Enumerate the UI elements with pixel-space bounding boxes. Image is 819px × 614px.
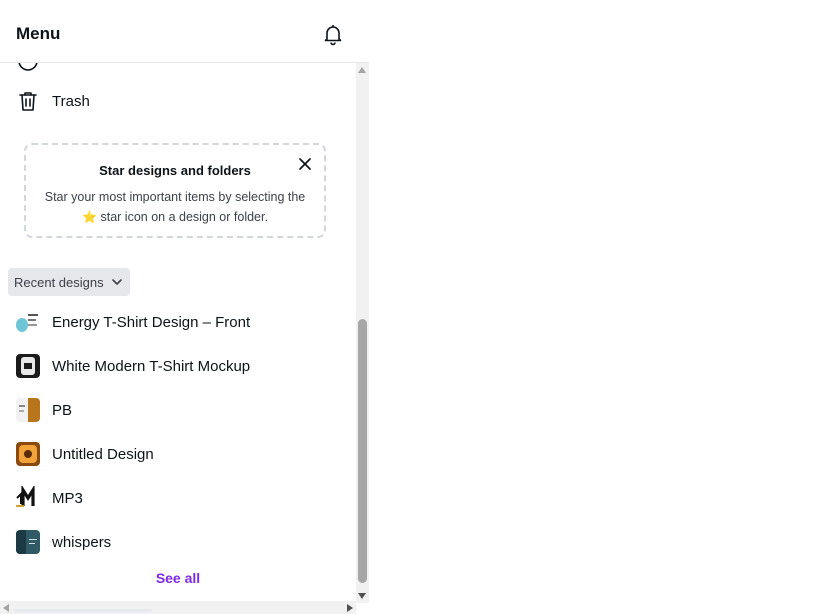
horizontal-scrollbar[interactable] bbox=[0, 601, 356, 614]
chevron-down-icon bbox=[111, 279, 122, 285]
design-thumbnail bbox=[16, 310, 40, 334]
circle-icon bbox=[18, 63, 38, 71]
scroll-right-arrow-icon[interactable] bbox=[347, 604, 353, 612]
star-designs-card: Star designs and folders Star your most … bbox=[24, 143, 326, 238]
recent-design-item[interactable]: Untitled Design bbox=[16, 442, 154, 466]
design-title: Energy T-Shirt Design – Front bbox=[52, 313, 251, 331]
design-thumbnail bbox=[16, 442, 40, 466]
horizontal-scrollbar-thumb[interactable] bbox=[14, 609, 152, 612]
scroll-left-arrow-icon[interactable] bbox=[3, 604, 9, 612]
design-thumbnail bbox=[16, 354, 40, 378]
menu-scroll-area[interactable]: Trash Star designs and folders Star your… bbox=[0, 63, 356, 601]
design-title: whispers bbox=[52, 533, 112, 551]
partial-nav-item[interactable] bbox=[16, 63, 316, 73]
scrollbar-thumb[interactable] bbox=[358, 319, 367, 583]
sidebar-item-trash[interactable]: Trash bbox=[16, 89, 90, 113]
design-title: Untitled Design bbox=[52, 445, 154, 463]
close-icon[interactable] bbox=[298, 157, 312, 171]
card-description: Star your most important items by select… bbox=[36, 187, 314, 227]
recent-designs-label: Recent designs bbox=[14, 274, 104, 290]
scroll-up-arrow-icon[interactable] bbox=[358, 67, 366, 73]
menu-title: Menu bbox=[16, 24, 61, 43]
design-thumbnail bbox=[16, 530, 40, 554]
design-thumbnail bbox=[16, 486, 40, 510]
star-icon: ⭐ bbox=[82, 210, 97, 224]
card-text-after: star icon on a design or folder. bbox=[100, 210, 268, 224]
card-title: Star designs and folders bbox=[99, 163, 251, 178]
mp3-logo-graphic bbox=[16, 486, 35, 507]
recent-design-item[interactable]: White Modern T-Shirt Mockup bbox=[16, 354, 250, 378]
sidebar-item-label: Trash bbox=[52, 92, 90, 110]
design-title: White Modern T-Shirt Mockup bbox=[52, 357, 251, 375]
bell-icon[interactable] bbox=[321, 22, 345, 46]
vertical-scrollbar[interactable] bbox=[356, 63, 369, 603]
recent-design-item[interactable]: PB bbox=[16, 398, 72, 422]
design-thumbnail bbox=[16, 398, 40, 422]
recent-designs-toggle[interactable]: Recent designs bbox=[8, 268, 130, 296]
trash-icon bbox=[19, 92, 37, 111]
card-text-before: Star your most important items by select… bbox=[44, 190, 306, 204]
recent-design-item[interactable]: MP3 bbox=[16, 486, 83, 510]
scroll-down-arrow-icon[interactable] bbox=[358, 593, 366, 599]
menu-panel: Menu Trash Star designs and folders Star… bbox=[0, 0, 369, 614]
recent-design-item[interactable]: whispers bbox=[16, 530, 111, 554]
see-all-link[interactable]: See all bbox=[0, 570, 356, 586]
design-title: MP3 bbox=[52, 489, 83, 507]
recent-design-item[interactable]: Energy T-Shirt Design – Front bbox=[16, 310, 250, 334]
menu-header: Menu bbox=[0, 0, 369, 63]
design-title: PB bbox=[52, 401, 73, 419]
